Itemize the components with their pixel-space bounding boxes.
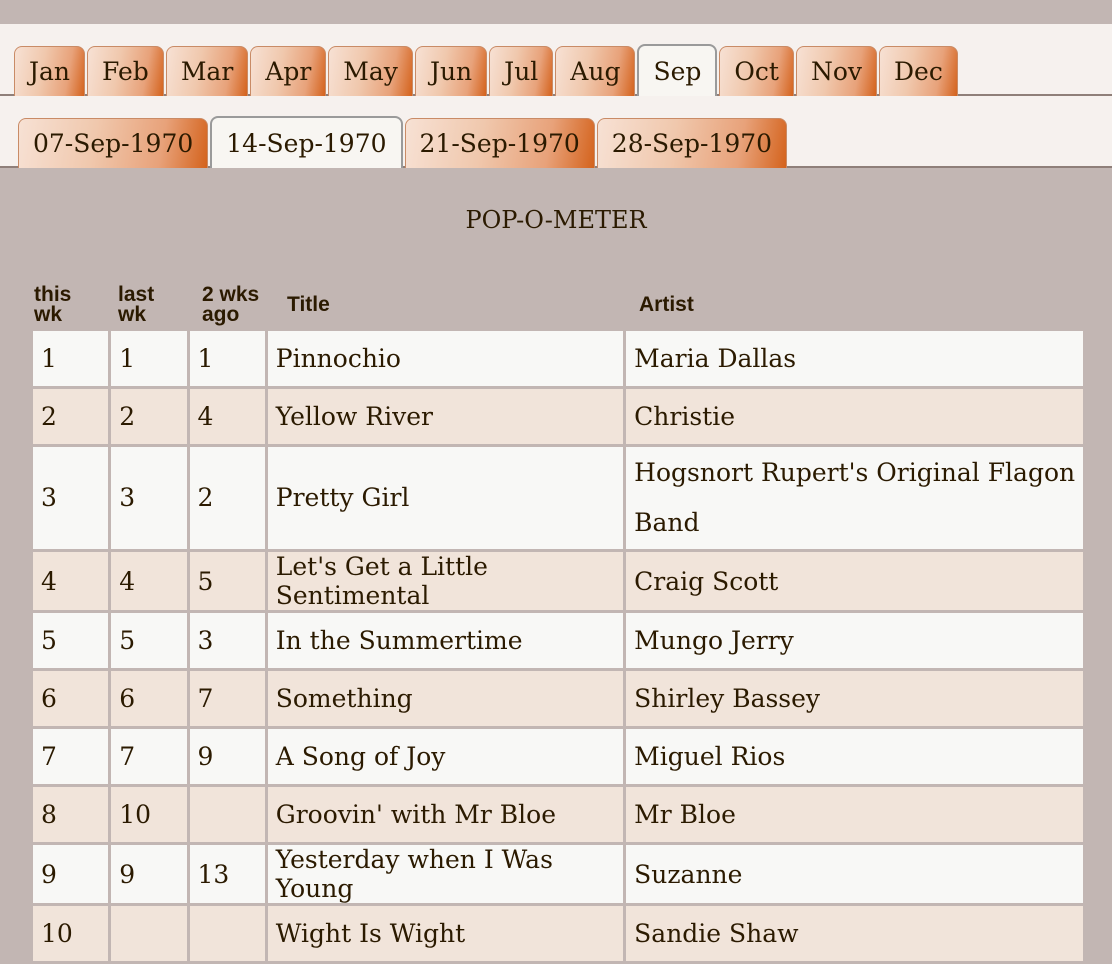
col-header-last-wk: last wk [118, 283, 168, 326]
cell-this-wk: 9 [33, 845, 109, 903]
month-tabs: Jan Feb Mar Apr May Jun Jul Aug Sep Oct Nov Dec [14, 44, 960, 96]
week-tabs: 07-Sep-1970 14-Sep-1970 21-Sep-1970 28-Sep-… [18, 116, 789, 168]
month-tab-aug[interactable]: Aug [555, 46, 636, 96]
cell-2-wks-ago: 13 [189, 845, 265, 903]
cell-artist: Miguel Rios [626, 729, 1083, 784]
month-tab-jul[interactable]: Jul [489, 46, 554, 96]
col-header-this-wk: this wk [34, 283, 84, 326]
cell-last-wk [111, 906, 187, 961]
cell-2-wks-ago: 4 [189, 389, 265, 444]
cell-title: Groovin' with Mr Bloe [267, 787, 624, 842]
week-tab-07-sep-1970[interactable]: 07-Sep-1970 [18, 118, 209, 168]
cell-artist: Mungo Jerry [626, 613, 1083, 668]
cell-2-wks-ago: 7 [189, 671, 265, 726]
cell-title: In the Summertime [267, 613, 624, 668]
cell-title: Pretty Girl [267, 447, 624, 549]
month-tab-sep[interactable]: Sep [637, 44, 718, 96]
cell-this-wk: 2 [33, 389, 109, 444]
cell-last-wk: 7 [111, 729, 187, 784]
cell-title: Wight Is Wight [267, 906, 624, 961]
col-header-artist: Artist [639, 293, 694, 316]
cell-artist: Craig Scott [626, 552, 1083, 610]
week-tab-21-sep-1970[interactable]: 21-Sep-1970 [404, 118, 595, 168]
month-tab-feb[interactable]: Feb [87, 46, 164, 96]
cell-this-wk: 5 [33, 613, 109, 668]
table-row: 3 3 2 Pretty Girl Hogsnort Rupert's Original… [33, 447, 1083, 549]
cell-title: Pinnochio [267, 331, 624, 386]
month-tab-may[interactable]: May [328, 46, 413, 96]
cell-last-wk: 2 [111, 389, 187, 444]
cell-title: Yellow River [267, 389, 624, 444]
cell-last-wk: 10 [111, 787, 187, 842]
cell-artist: Christie [626, 389, 1083, 444]
table-row: 779A Song of Joy Miguel Rios [33, 729, 1083, 784]
month-tab-jun[interactable]: Jun [414, 46, 488, 96]
cell-2-wks-ago [189, 906, 265, 961]
cell-title: Something [267, 671, 624, 726]
cell-this-wk: 10 [33, 906, 109, 961]
table-row: 8 10 Groovin' with Mr Bloe Mr Bloe [33, 787, 1083, 842]
month-tab-mar[interactable]: Mar [165, 46, 249, 96]
month-tab-nov[interactable]: Nov [795, 46, 878, 96]
col-header-last-wk-label: last wk [118, 283, 155, 326]
month-tab-bar: Jan Feb Mar Apr May Jun Jul Aug Sep Oct Nov Dec [0, 24, 1112, 96]
cell-artist: Maria Dallas [626, 331, 1083, 386]
cell-this-wk: 1 [33, 331, 109, 386]
table-row: 1 1 1 Pinnochio Maria Dallas [33, 331, 1083, 386]
cell-last-wk: 6 [111, 671, 187, 726]
cell-last-wk: 5 [111, 613, 187, 668]
table-row: 4 4 5 Let's Get a Little Sentimental Craig S… [33, 552, 1083, 610]
top-strip [0, 0, 1112, 24]
week-tab-14-sep-1970[interactable]: 14-Sep-1970 [210, 116, 403, 168]
month-tab-apr[interactable]: Apr [250, 46, 327, 96]
cell-this-wk: 4 [33, 552, 109, 610]
cell-this-wk: 3 [33, 447, 109, 549]
table-row: 6 6 7 Something Shirley Bassey [33, 671, 1083, 726]
cell-2-wks-ago: 1 [189, 331, 265, 386]
table-row: 9 9 13 Yesterday when I Was Young Suzanne [33, 845, 1083, 903]
cell-artist: Shirley Bassey [626, 671, 1083, 726]
week-tab-28-sep-1970[interactable]: 28-Sep-1970 [596, 118, 788, 168]
cell-last-wk: 3 [111, 447, 187, 549]
cell-this-wk: 7 [33, 729, 109, 784]
cell-2-wks-ago [189, 787, 265, 842]
cell-last-wk: 9 [111, 845, 187, 903]
table-row: 5 5 3 In the Summertime Mungo Jerry [33, 613, 1083, 668]
chart-title: POP-O-METER [465, 206, 647, 234]
cell-title: A Song of Joy [267, 729, 624, 784]
month-tab-oct[interactable]: Oct [719, 46, 794, 96]
cell-title: Let's Get a Little Sentimental [267, 552, 624, 610]
cell-artist: Mr Bloe [626, 787, 1083, 842]
cell-this-wk: 8 [33, 787, 109, 842]
week-tab-bar: 07-Sep-1970 14-Sep-1970 21-Sep-1970 28-Sep-… [0, 96, 1112, 168]
cell-2-wks-ago: 3 [189, 613, 265, 668]
cell-artist: Sandie Shaw [626, 906, 1083, 961]
cell-2-wks-ago: 9 [189, 729, 265, 784]
cell-this-wk: 6 [33, 671, 109, 726]
cell-title: Yesterday when I Was Young [267, 845, 624, 903]
cell-2-wks-ago: 5 [189, 552, 265, 610]
table-row: 2 2 4 Yellow River Christie [33, 389, 1083, 444]
cell-last-wk: 1 [111, 331, 187, 386]
chart-table: 1 1 1 Pinnochio Maria Dallas 2 2 4 Yellow River C… [30, 328, 1086, 964]
col-header-2-wks-ago-label: 2 wks ago [202, 283, 260, 326]
month-tab-jan[interactable]: Jan [14, 46, 86, 96]
col-header-2-wks-ago: 2 wks ago [202, 283, 272, 326]
month-tab-dec[interactable]: Dec [879, 46, 958, 96]
table-row: 10 Wight Is Wight Sandie Shaw [33, 906, 1083, 961]
col-header-this-wk-label: this wk [34, 283, 72, 326]
cell-2-wks-ago: 2 [189, 447, 265, 549]
cell-artist: Suzanne [626, 845, 1083, 903]
cell-artist: Hogsnort Rupert's Original Flagon Band [626, 447, 1083, 549]
cell-last-wk: 4 [111, 552, 187, 610]
col-header-title: Title [287, 293, 330, 316]
